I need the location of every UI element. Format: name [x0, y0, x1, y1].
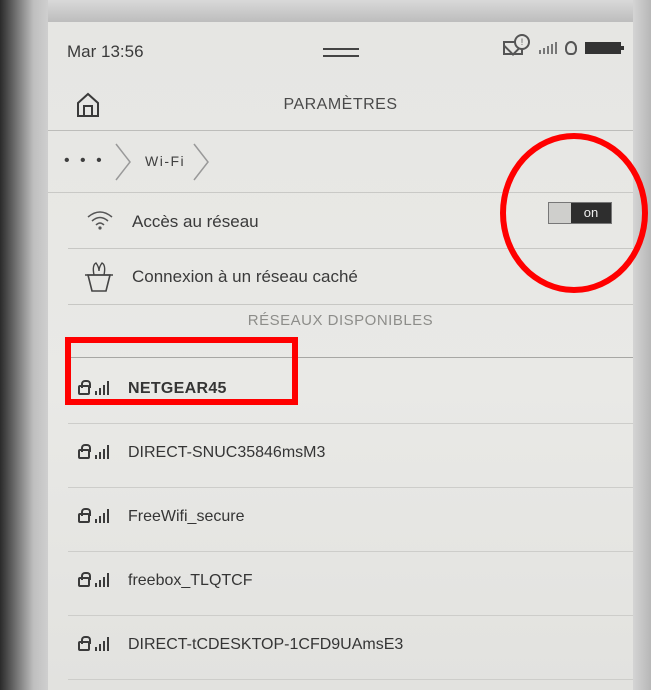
- network-name: FreeWifi_secure: [128, 508, 245, 525]
- notification-icon: !: [514, 34, 530, 50]
- network-name: freebox_TLQTCF: [128, 572, 253, 589]
- network-item[interactable]: DIRECT-SNUC35846msM3: [68, 423, 633, 488]
- chevron-right-icon: [115, 143, 131, 181]
- wifi-icon: [87, 211, 113, 230]
- network-access-label: Accès au réseau: [132, 212, 259, 231]
- status-icons: !: [503, 34, 624, 60]
- highlight-circle: [500, 133, 648, 293]
- network-item[interactable]: FreeWifi_secure: [68, 487, 633, 552]
- breadcrumb-parent[interactable]: • • •: [64, 130, 105, 192]
- chevron-right-icon: [193, 143, 209, 181]
- available-networks-header: RÉSEAUX DISPONIBLES: [247, 312, 434, 329]
- lock-icon: [78, 572, 91, 587]
- lock-icon: [78, 508, 91, 523]
- frontlight-icon[interactable]: [565, 41, 577, 55]
- clock: Mar 13:56: [67, 42, 144, 61]
- mail-icon[interactable]: !: [503, 34, 530, 55]
- lock-icon: [78, 636, 91, 651]
- device-bezel-top: [0, 0, 651, 22]
- secured-signal-icon: [78, 444, 109, 459]
- battery-icon: [585, 42, 624, 54]
- page-title: PARAMÈTRES: [283, 96, 398, 113]
- network-item[interactable]: DIRECT-tCDESKTOP-1CFD9UAmsE3: [68, 615, 633, 680]
- status-bar: Mar 13:56 !: [48, 22, 633, 78]
- pull-down-handle[interactable]: [323, 48, 359, 57]
- secured-signal-icon: [78, 572, 109, 587]
- signal-bars-icon: [95, 573, 109, 587]
- breadcrumb-wifi[interactable]: Wi-Fi: [145, 130, 185, 192]
- signal-bars-icon: [95, 509, 109, 523]
- hidden-network-label: Connexion à un réseau caché: [132, 267, 358, 286]
- magic-hat-icon: [85, 262, 113, 292]
- settings-header: PARAMÈTRES: [48, 82, 633, 131]
- network-name: DIRECT-tCDESKTOP-1CFD9UAmsE3: [128, 636, 404, 653]
- signal-bars-icon: [95, 637, 109, 651]
- lock-icon: [78, 444, 91, 459]
- device-bezel-left: [0, 0, 48, 690]
- signal-bars-icon: [95, 445, 109, 459]
- network-item[interactable]: freebox_TLQTCF: [68, 551, 633, 616]
- secured-signal-icon: [78, 636, 109, 651]
- device-bezel-right: [633, 0, 651, 690]
- signal-icon: [539, 42, 557, 54]
- highlight-rectangle: [65, 337, 298, 405]
- network-name: DIRECT-SNUC35846msM3: [128, 444, 326, 461]
- secured-signal-icon: [78, 508, 109, 523]
